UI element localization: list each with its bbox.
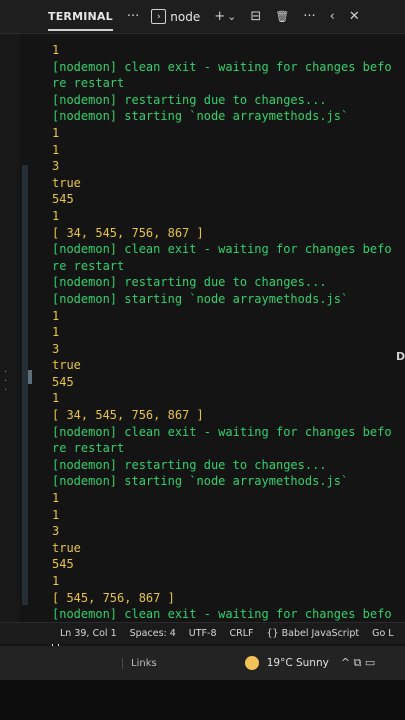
chevron-left-icon[interactable]: ‹ bbox=[330, 10, 335, 23]
terminal-output-line: 1 bbox=[52, 208, 60, 223]
terminal-log-line: [nodemon] restarting due to changes... bbox=[52, 275, 327, 290]
add-terminal-icon[interactable]: + bbox=[214, 10, 225, 23]
status-bar: Ln 39, Col 1 Spaces: 4 UTF-8 CRLF {} Bab… bbox=[0, 622, 405, 644]
more-icon[interactable]: ··· bbox=[127, 10, 139, 23]
overflow-icon[interactable]: ··· bbox=[303, 10, 315, 23]
terminal-selector[interactable]: › node bbox=[151, 9, 200, 24]
terminal-output-line: [ 34, 545, 756, 867 ] bbox=[52, 408, 204, 423]
terminal-output-line: 1 bbox=[52, 125, 60, 140]
terminal-name: node bbox=[170, 9, 201, 24]
terminal-output-line: 1 bbox=[52, 507, 60, 522]
terminal-log-line: [nodemon] starting `node arraymethods.js… bbox=[52, 109, 349, 124]
terminal-output-line: 1 bbox=[52, 43, 60, 57]
trash-icon[interactable]: 🗑 bbox=[275, 11, 289, 22]
terminal-log-line: [nodemon] restarting due to changes... bbox=[52, 92, 327, 107]
terminal-output-line: 545 bbox=[52, 192, 74, 207]
edge-label: D bbox=[396, 350, 405, 363]
scroll-track[interactable] bbox=[22, 165, 28, 605]
split-terminal-icon[interactable]: ⊟ bbox=[250, 10, 261, 23]
terminal-output-line: 1 bbox=[52, 491, 60, 506]
terminal-output-line: [ 34, 545, 756, 867 ] bbox=[52, 225, 204, 240]
tab-terminal[interactable]: TERMINAL bbox=[48, 2, 113, 31]
sun-icon bbox=[244, 656, 259, 670]
terminal-output-line: 3 bbox=[52, 524, 60, 539]
terminal-output[interactable]: 1 [nodemon] clean exit - waiting for chan… bbox=[52, 42, 392, 656]
terminal-icon: › bbox=[151, 9, 167, 24]
terminal-output-line: 545 bbox=[52, 557, 74, 572]
cursor-position[interactable]: Ln 39, Col 1 bbox=[60, 628, 117, 639]
terminal-output-line: 1 bbox=[52, 391, 60, 406]
terminal-output-line: 545 bbox=[52, 374, 74, 389]
terminal-output-line: true bbox=[52, 358, 81, 373]
activity-gutter bbox=[0, 34, 20, 634]
links-toolbar[interactable]: Links bbox=[122, 657, 157, 669]
language-mode[interactable]: {} Babel JavaScript bbox=[267, 628, 360, 639]
terminal-output-line: 3 bbox=[52, 159, 60, 174]
terminal-output-line: 1 bbox=[52, 142, 60, 157]
os-taskbar: Links 19°C Sunny ^ ⧉ ▭ bbox=[0, 646, 405, 680]
system-tray[interactable]: ^ ⧉ ▭ bbox=[341, 656, 375, 670]
chevron-down-icon[interactable]: ⌄ bbox=[227, 11, 236, 22]
terminal-output-line: 1 bbox=[52, 574, 60, 588]
terminal-output-line: 1 bbox=[52, 308, 60, 323]
terminal-output-line: true bbox=[52, 175, 81, 190]
scroll-thumb[interactable] bbox=[28, 370, 32, 384]
terminal-output-line: 1 bbox=[52, 325, 60, 340]
terminal-panel-header: TERMINAL ··· › node + ⌄ ⊟ 🗑 ··· ‹ ✕ bbox=[0, 0, 405, 34]
terminal-log-line: [nodemon] clean exit - waiting for chang… bbox=[52, 59, 392, 91]
terminal-log-line: [nodemon] restarting due to changes... bbox=[52, 457, 327, 472]
terminal-output-line: [ 545, 756, 867 ] bbox=[52, 590, 175, 605]
weather-widget[interactable]: 19°C Sunny bbox=[267, 657, 329, 669]
terminal-log-line: [nodemon] starting `node arraymethods.js… bbox=[52, 474, 349, 489]
line-ending[interactable]: CRLF bbox=[230, 628, 254, 639]
go-live-button[interactable]: Go L bbox=[372, 628, 394, 639]
indentation[interactable]: Spaces: 4 bbox=[130, 628, 176, 639]
encoding[interactable]: UTF-8 bbox=[189, 628, 217, 639]
terminal-output-line: 3 bbox=[52, 341, 60, 356]
terminal-output-line: true bbox=[52, 540, 81, 555]
terminal-log-line: [nodemon] clean exit - waiting for chang… bbox=[52, 242, 392, 273]
bottom-bezel bbox=[0, 680, 405, 720]
terminal-log-line: [nodemon] starting `node arraymethods.js… bbox=[52, 291, 349, 306]
gutter-dots-icon: · · · bbox=[4, 367, 8, 396]
terminal-log-line: [nodemon] clean exit - waiting for chang… bbox=[52, 424, 392, 456]
close-icon[interactable]: ✕ bbox=[349, 10, 360, 23]
